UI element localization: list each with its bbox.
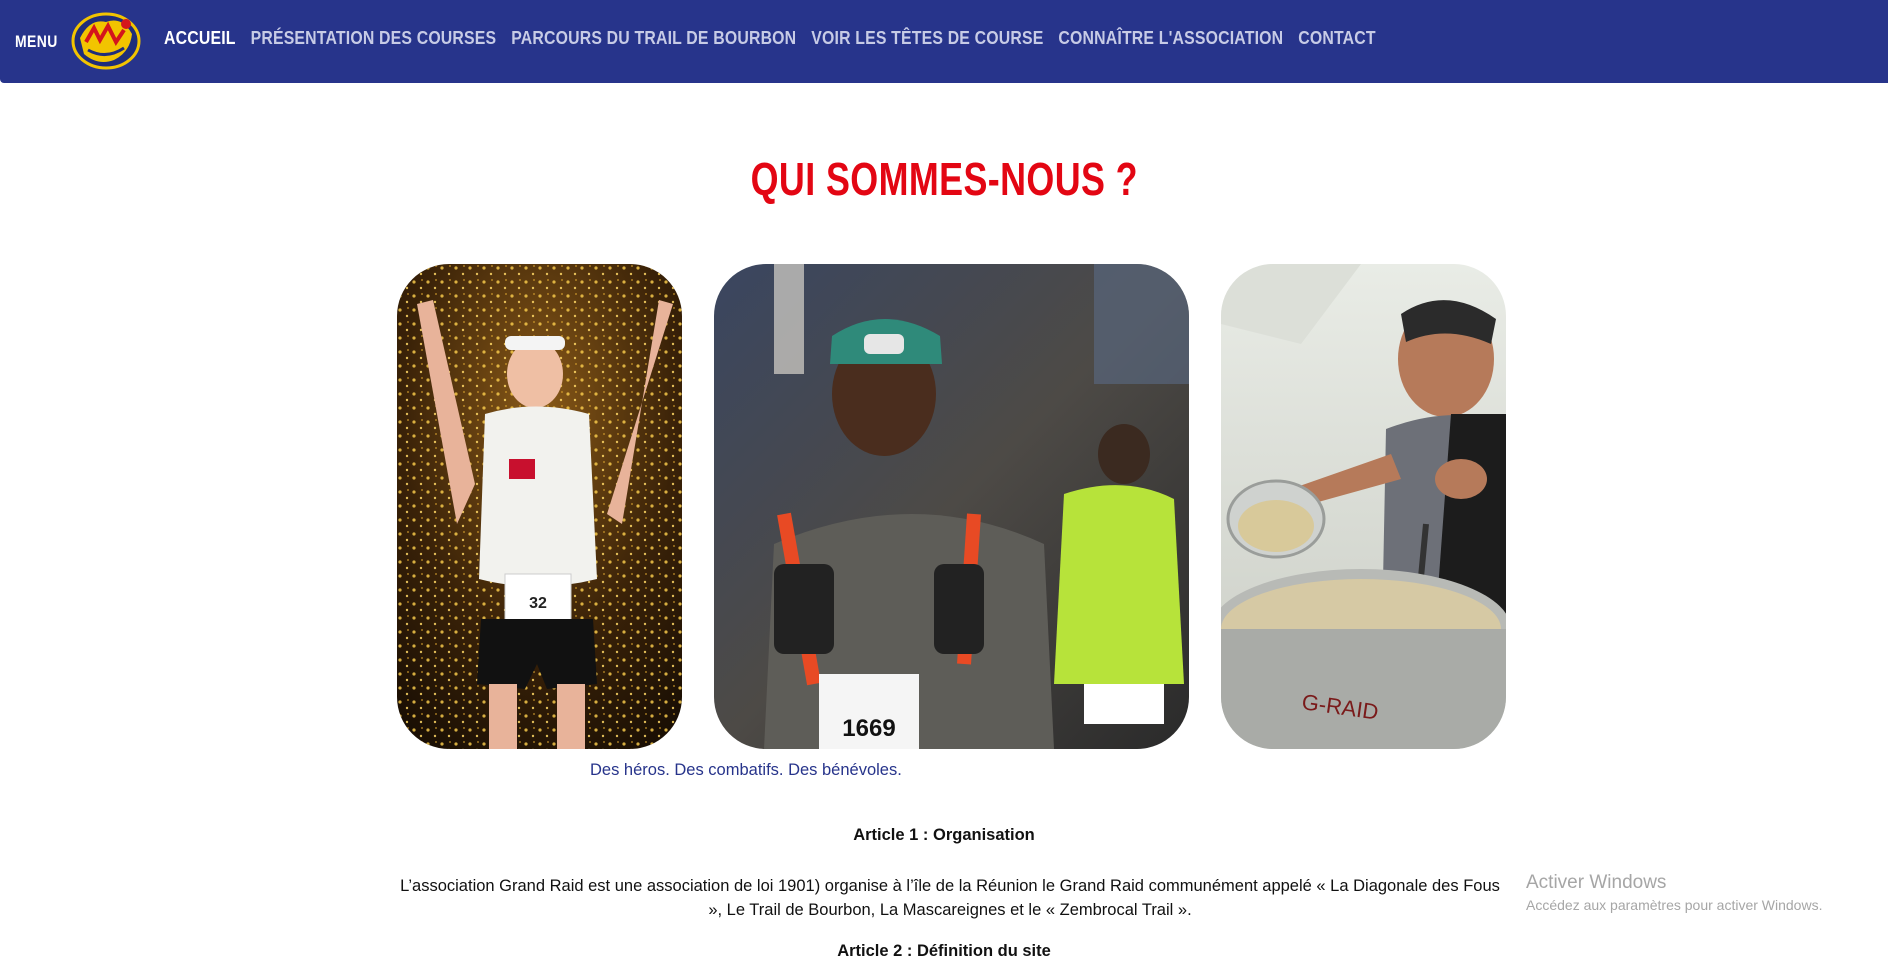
runner-finish-photo: 32 [397,264,682,749]
grand-raid-logo[interactable] [70,8,142,72]
windows-activation-title: Activer Windows [1526,872,1667,893]
menu-button[interactable]: MENU [15,32,58,52]
section-title: QUI SOMMES-NOUS ? [750,153,1138,205]
trail-runners-photo: 1669 [714,264,1189,749]
article-2-title: Article 2 : Définition du site [837,942,1051,960]
photos-caption: Des héros. Des combatifs. Des bénévoles. [590,761,902,779]
nav-tetes-de-course[interactable]: VOIR LES TÊTES DE COURSE [811,28,1043,49]
nav-presentation-courses[interactable]: PRÉSENTATION DES COURSES [251,28,497,49]
main-navigation: ACCUEIL PRÉSENTATION DES COURSES PARCOUR… [164,0,1558,76]
volunteer-cooking-photo: G-RAID [1221,264,1506,749]
nav-accueil[interactable]: ACCUEIL [164,28,236,49]
top-navbar: MENU ACCUEIL PRÉSENTATION DES COURSES PA… [0,0,1888,83]
nav-contact[interactable]: CONTACT [1298,28,1375,49]
article-1-title: Article 1 : Organisation [853,826,1035,844]
svg-text:32: 32 [529,595,547,612]
article-1-body: L’association Grand Raid est une associa… [400,877,1500,919]
svg-text:1669: 1669 [842,715,895,742]
nav-parcours-trail-bourbon[interactable]: PARCOURS DU TRAIL DE BOURBON [511,28,796,49]
nav-association[interactable]: CONNAÎTRE L'ASSOCIATION [1058,28,1283,49]
windows-activation-subtitle: Accédez aux paramètres pour activer Wind… [1526,897,1823,913]
